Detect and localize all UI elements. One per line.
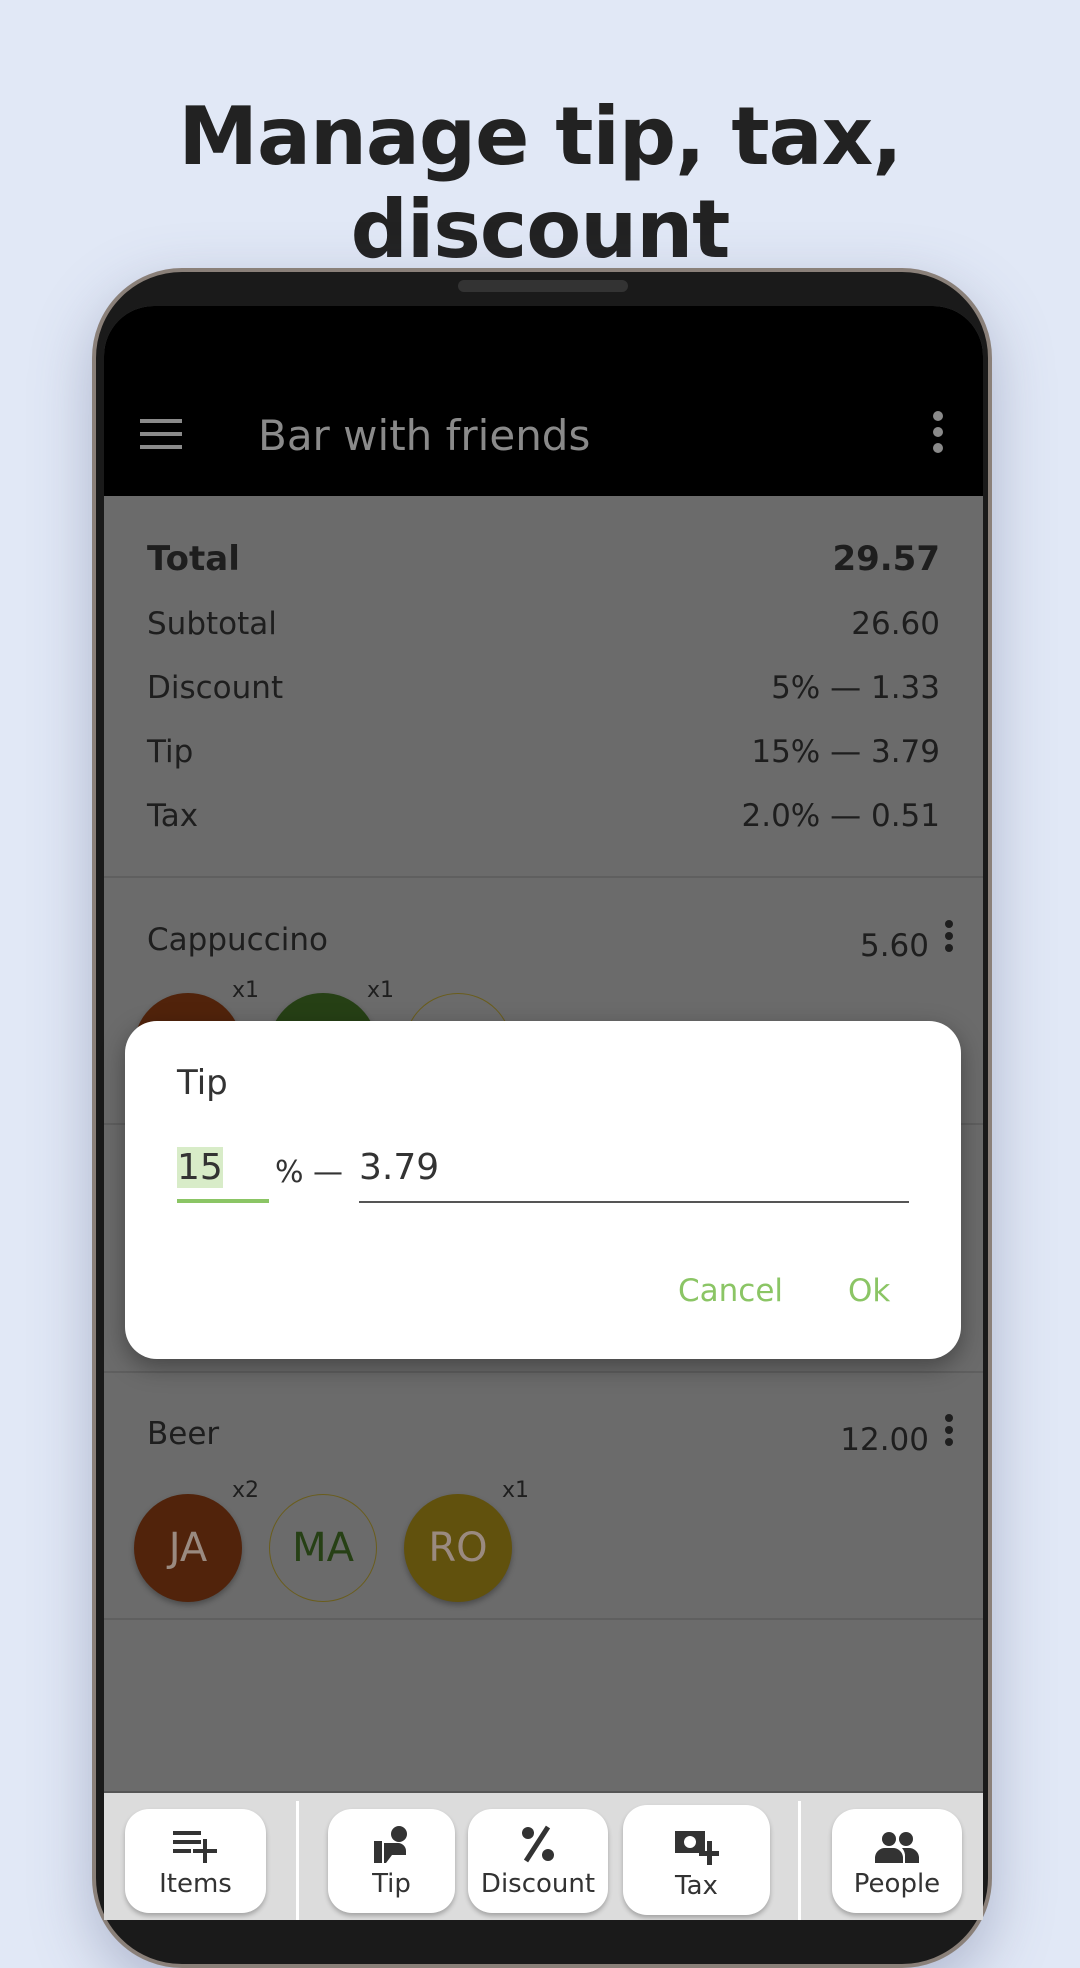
percent-icon <box>522 1825 554 1863</box>
subtotal-row: Subtotal 26.60 <box>147 606 940 642</box>
discount-label: Discount <box>147 670 284 706</box>
item-name: Cappuccino <box>147 922 328 958</box>
avatar-qty: x2 <box>232 1478 260 1503</box>
total-row: Total 29.57 <box>147 539 940 579</box>
discount-button[interactable]: Discount <box>468 1809 608 1913</box>
item-price: 12.00 <box>840 1422 929 1458</box>
app-bar: Bar with friends <box>104 373 983 496</box>
app-title: Bar with friends <box>258 411 591 460</box>
items-button[interactable]: Items <box>125 1809 266 1913</box>
headline: Manage tip, tax, discount <box>178 90 902 276</box>
playlist-add-icon <box>172 1831 217 1863</box>
tip-value: 15% — 3.79 <box>751 734 940 770</box>
item-cappuccino[interactable]: Cappuccino 5.60 <box>147 916 953 964</box>
item-beer[interactable]: Beer 12.00 <box>147 1410 953 1458</box>
tip-dialog: Tip 15 % — 3.79 Cancel Ok <box>125 1021 961 1359</box>
avatar-qty: x1 <box>502 1478 530 1503</box>
avatar-ma[interactable]: MA <box>269 1494 377 1602</box>
item-price: 5.60 <box>859 928 929 964</box>
tip-button[interactable]: Tip <box>328 1809 455 1913</box>
hamburger-icon[interactable] <box>140 419 182 449</box>
tip-row[interactable]: Tip 15% — 3.79 <box>147 734 940 770</box>
tip-amount-input[interactable]: 3.79 <box>359 1147 909 1203</box>
divider <box>104 1371 983 1373</box>
divider <box>798 1801 801 1920</box>
discount-row[interactable]: Discount 5% — 1.33 <box>147 670 940 706</box>
avatar-qty: x1 <box>232 978 260 1003</box>
items-label: Items <box>159 1869 232 1899</box>
avatar-ro[interactable]: RO <box>404 1494 512 1602</box>
people-button[interactable]: People <box>832 1809 962 1913</box>
status-bar <box>104 306 983 373</box>
tip-hand-icon <box>373 1826 407 1863</box>
item-name: Beer <box>147 1416 220 1452</box>
divider <box>104 876 983 878</box>
item-more-icon[interactable] <box>945 1410 953 1450</box>
tip-label: Tip <box>147 734 194 770</box>
avatar-ja[interactable]: JA <box>134 1494 242 1602</box>
bottom-nav: Items Tip Discount Tax People <box>104 1791 983 1920</box>
more-vert-icon[interactable] <box>933 411 943 459</box>
total-value: 29.57 <box>832 539 940 579</box>
discount-value: 5% — 1.33 <box>771 670 940 706</box>
divider <box>296 1801 299 1920</box>
item-more-icon[interactable] <box>945 916 953 956</box>
tax-value: 2.0% — 0.51 <box>741 798 941 834</box>
tip-percent-input[interactable]: 15 <box>177 1147 269 1203</box>
money-add-icon <box>674 1831 719 1865</box>
tax-button[interactable]: Tax <box>623 1805 770 1915</box>
tax-label: Tax <box>675 1871 718 1901</box>
dialog-title: Tip <box>177 1063 228 1103</box>
divider <box>104 1618 983 1620</box>
speaker-grille <box>458 280 628 292</box>
people-icon <box>875 1832 919 1863</box>
cancel-button[interactable]: Cancel <box>678 1273 783 1309</box>
avatar-qty: x1 <box>367 978 395 1003</box>
subtotal-value: 26.60 <box>851 606 940 642</box>
total-label: Total <box>147 539 240 579</box>
discount-label: Discount <box>480 1869 596 1899</box>
tip-percent-value: 15 <box>177 1147 223 1188</box>
tip-label: Tip <box>372 1869 411 1899</box>
subtotal-label: Subtotal <box>147 606 277 642</box>
percent-sign: % — <box>275 1155 344 1190</box>
ok-button[interactable]: Ok <box>848 1273 890 1309</box>
people-label: People <box>853 1869 941 1899</box>
tax-label: Tax <box>147 798 199 834</box>
tax-row[interactable]: Tax 2.0% — 0.51 <box>147 798 940 834</box>
